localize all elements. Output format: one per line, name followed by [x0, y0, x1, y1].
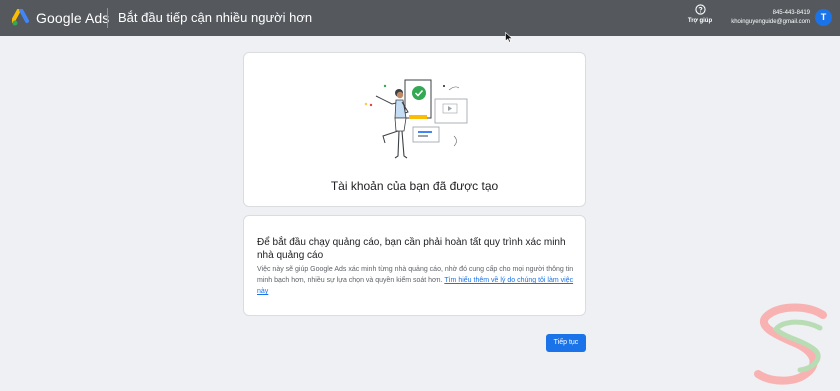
account-email: khoinguyenguide@gmail.com	[731, 19, 810, 25]
brand-name[interactable]: Google Ads	[36, 10, 109, 26]
watermark-logo	[754, 303, 827, 385]
page-title: Bắt đầu tiếp cận nhiều người hơn	[118, 10, 313, 25]
help-label: Trợ giúp	[687, 18, 713, 24]
verification-description: Việc này sẽ giúp Google Ads xác minh từn…	[257, 264, 575, 297]
account-phone: 845-443-8419	[772, 10, 810, 16]
continue-button[interactable]: Tiếp tục	[546, 334, 586, 352]
mouse-cursor-icon	[505, 32, 513, 43]
woman-celebrating-with-checkmark-illustration	[364, 79, 468, 159]
account-created-title: Tài khoản của bạn đã được tạo	[330, 179, 499, 193]
account-info[interactable]: 845-443-8419 khoinguyenguide@gmail.com	[731, 9, 810, 27]
verification-title: Để bắt đầu chạy quảng cáo, bạn cần phải …	[257, 237, 566, 261]
google-ads-logo-icon[interactable]	[12, 9, 32, 27]
top-app-bar: Google Ads Bắt đầu tiếp cận nhiều người …	[0, 0, 840, 36]
help-circle-icon	[694, 4, 706, 15]
help-button[interactable]: Trợ giúp	[684, 4, 716, 24]
header-divider	[107, 8, 108, 28]
avatar[interactable]: T	[815, 9, 832, 26]
